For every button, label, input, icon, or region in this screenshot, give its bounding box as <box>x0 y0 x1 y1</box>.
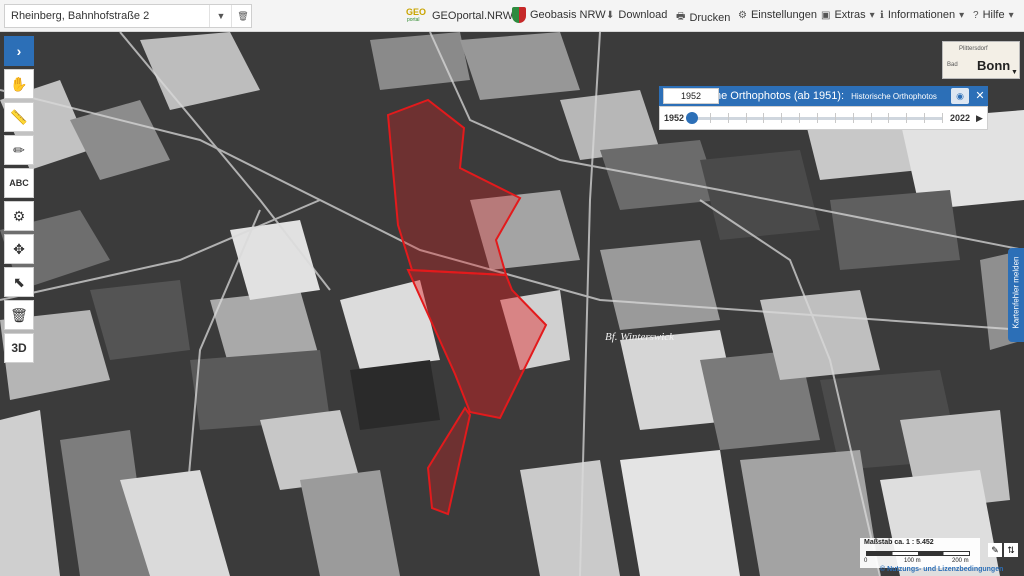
chevron-right-icon: › <box>16 43 22 59</box>
close-button[interactable]: ✕ <box>973 86 987 106</box>
info-icon: ℹ <box>880 9 884 21</box>
slider-tick <box>727 113 729 123</box>
gear-icon: ⚙ <box>738 9 747 21</box>
geoportal-brand-label: GEOportal.NRW <box>432 10 514 22</box>
slider-tick <box>924 113 926 123</box>
scale-bar: Maßstab ca. 1 : 5.452 0 100 m 200 m <box>860 538 980 568</box>
print-icon: 🖶 <box>676 11 686 22</box>
scale-text: Maßstab ca. 1 : 5.452 <box>864 539 934 546</box>
measure-tool-button[interactable]: 📏 <box>4 102 34 132</box>
hand-tool-button[interactable]: ✋ <box>4 69 34 99</box>
address-search: ▼ 🗑 <box>4 4 252 28</box>
expand-panel-button[interactable]: › <box>4 36 34 66</box>
cursor-icon: ⬉ <box>13 273 25 290</box>
3d-icon: 3D <box>11 341 27 355</box>
year-max-label: 2022 <box>950 113 971 123</box>
overview-map[interactable]: Plittersdorf Bad Bonn ▼ <box>942 41 1020 79</box>
menu-download[interactable]: ⬇ Download <box>606 9 667 21</box>
close-icon: ✕ <box>975 90 985 102</box>
caret-down-icon: ▾ <box>869 9 875 21</box>
play-button[interactable]: ▶ <box>976 113 983 124</box>
select-tool-button[interactable]: ⬉ <box>4 267 34 297</box>
caret-down-icon: ▾ <box>1008 9 1014 21</box>
geobasis-brand-label: Geobasis NRW <box>530 9 606 21</box>
text-tool-button[interactable]: ABC <box>4 168 34 198</box>
year-slider-handle[interactable] <box>686 112 698 124</box>
slider-tick <box>852 113 854 123</box>
menu-extras[interactable]: ▣ Extras ▾ <box>821 9 875 21</box>
top-bar: ▼ 🗑 GEO portal GEOportal.NRW Geobasis NR… <box>0 0 1024 32</box>
menu-help[interactable]: ? Hilfe ▾ <box>973 9 1014 21</box>
sort-icon: ⇅ <box>1007 545 1015 555</box>
pencil-icon: ✏ <box>13 141 25 158</box>
license-link[interactable]: © Nutzungs- und Lizenzbedingungen <box>880 566 1003 573</box>
geoportal-brand[interactable]: GEO portal GEOportal.NRW <box>406 7 513 25</box>
text-icon: ABC <box>9 178 29 188</box>
station-label: Bf. Winterswick <box>605 331 675 343</box>
hand-icon: ✋ <box>10 75 28 92</box>
wrench-gear-icon: ⚙ <box>12 207 26 224</box>
map-toolbar: › ✋ 📏 ✏ ABC ⚙ ✥ ⬉ 🗑 3D <box>4 36 34 366</box>
3d-button[interactable]: 3D <box>4 333 34 363</box>
legend-button[interactable]: ⇅ <box>1004 543 1018 557</box>
slider-tick <box>817 113 818 123</box>
slider-tick <box>745 113 747 123</box>
slider-tick <box>942 113 943 123</box>
question-icon: ? <box>973 9 979 21</box>
menu-settings[interactable]: ⚙ Einstellungen <box>738 9 817 21</box>
search-input[interactable] <box>5 5 217 27</box>
slider-tick <box>906 113 908 123</box>
pencil-icon: ✎ <box>991 545 999 555</box>
report-error-tab[interactable]: Kartenfehler melden <box>1008 248 1024 342</box>
ruler-icon: 📏 <box>10 108 28 125</box>
slider-tick <box>763 113 765 123</box>
briefcase-icon: ▣ <box>821 9 831 21</box>
timeline-subtitle: Historische Orthophotos <box>851 92 937 101</box>
geobasis-brand[interactable]: Geobasis NRW <box>512 7 606 23</box>
geoportal-logo: GEO portal <box>406 7 427 23</box>
slider-tick <box>709 113 711 123</box>
download-icon: ⬇ <box>606 9 615 21</box>
year-min-label: 1952 <box>664 113 685 123</box>
draw-tool-button[interactable]: ✏ <box>4 135 34 165</box>
slider-tick <box>888 113 890 123</box>
caret-down-icon: ▾ <box>959 9 965 21</box>
menu-print[interactable]: 🖶 Drucken <box>676 9 730 26</box>
move-icon: ✥ <box>13 240 25 257</box>
slider-tick <box>799 113 801 123</box>
clear-search-button[interactable]: 🗑 <box>231 5 254 27</box>
edit-button[interactable]: ✎ <box>988 543 1002 557</box>
eye-icon: ◉ <box>956 91 964 101</box>
move-tool-button[interactable]: ✥ <box>4 234 34 264</box>
delete-tool-button[interactable]: 🗑 <box>4 300 34 330</box>
selected-year-tooltip: 1952 <box>663 88 719 104</box>
menu-information[interactable]: ℹ Informationen ▾ <box>880 9 964 21</box>
caret-down-icon[interactable]: ▼ <box>1011 69 1018 76</box>
settings-tool-button[interactable]: ⚙ <box>4 201 34 231</box>
timeline-panel: ne Orthophotos (ab 1951): Historische Or… <box>659 86 988 130</box>
scale-graphic <box>866 551 970 556</box>
slider-tick <box>870 113 872 123</box>
slider-tick <box>834 113 836 123</box>
search-dropdown-button[interactable]: ▼ <box>209 5 232 27</box>
slider-tick <box>781 113 783 123</box>
timeline-body: 1952 2022 ▶ <box>659 106 988 130</box>
visibility-toggle-button[interactable]: ◉ <box>951 88 969 104</box>
nrw-crest-icon <box>512 7 526 23</box>
timeline-title: ne Orthophotos (ab 1951): <box>715 90 845 102</box>
trash-icon: 🗑 <box>10 306 28 323</box>
